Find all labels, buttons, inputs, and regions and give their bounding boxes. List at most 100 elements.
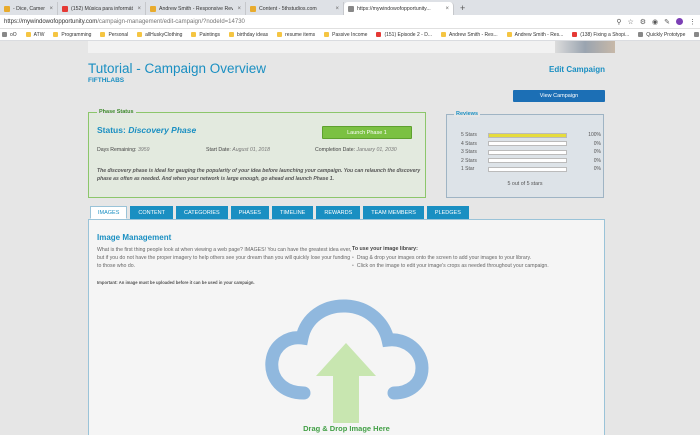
upload-arrow	[316, 343, 376, 423]
library-step: Drag & drop your images onto the screen …	[352, 254, 549, 262]
view-campaign-button[interactable]: View Campaign	[513, 90, 605, 102]
zoom-icon[interactable]: ⚲	[616, 18, 621, 26]
bookmark-item[interactable]: Andrew Smith - Res...	[506, 31, 564, 38]
days-remaining-value: 3959	[137, 147, 150, 153]
extension-icon[interactable]: ⚙	[640, 18, 646, 26]
tab-images[interactable]: IMAGES	[90, 206, 128, 219]
folder-icon	[277, 32, 283, 37]
bookmark-item[interactable]: (138) Fixing a Shopi...	[572, 32, 629, 38]
bookmark-item[interactable]: Andrew Smith - Res...	[440, 31, 498, 38]
completion-date-label: Completion Date:	[315, 147, 356, 153]
bookmark-label: (138) Fixing a Shopi...	[580, 31, 630, 38]
new-tab-button[interactable]: +	[454, 2, 471, 15]
review-bar	[488, 132, 567, 138]
start-date-label: Start Date:	[206, 147, 231, 153]
reviews-box: Reviews 5 out of 5 stars 5 Stars 100% 4 St…	[446, 111, 604, 198]
phase-description: The discovery phase is ideal for gauging…	[97, 168, 421, 182]
bookmark-label: Quickly Prototype	[646, 31, 686, 38]
status-value: Discovery Phase	[128, 125, 197, 135]
site-icon	[694, 32, 700, 37]
image-drop-zone[interactable]: Drag & Drop Image Here	[264, 298, 429, 435]
browser-tab[interactable]: Andrew Smith - Responsive Rev... ×	[146, 2, 246, 15]
bookmark-label: oO	[10, 31, 17, 38]
site-icon	[638, 32, 644, 37]
tab-pledges[interactable]: PLEDGES	[426, 206, 469, 219]
extension-icon-3[interactable]: ✎	[664, 18, 670, 26]
review-percent: 100%	[588, 132, 601, 138]
tab-timeline[interactable]: TIMELINE	[271, 206, 314, 219]
launch-phase-button[interactable]: Launch Phase 1	[322, 126, 412, 139]
image-management-title: Image Management	[97, 233, 172, 242]
folder-icon	[506, 32, 512, 37]
bookmark-item[interactable]: resume items	[277, 32, 315, 38]
profile-avatar[interactable]	[676, 18, 683, 25]
browser-tab[interactable]: (152) Música para informát... ×	[58, 2, 146, 15]
review-row: 5 Stars 100%	[461, 132, 601, 138]
hero-banner	[88, 41, 615, 53]
bookmark-item[interactable]: Pixel	[694, 32, 700, 38]
tab-rewards[interactable]: REWARDS	[316, 206, 361, 219]
extension-icon-2[interactable]: ◉	[652, 18, 658, 26]
tab-content[interactable]: CONTENT	[130, 206, 173, 219]
address-bar-icons: ⚲ ☆ ⚙ ◉ ✎ ⋮	[616, 18, 696, 26]
review-label: 5 Stars	[461, 132, 477, 138]
completion-date: Completion Date: January 01, 2030	[315, 147, 397, 153]
close-tab-icon[interactable]: ×	[233, 6, 241, 12]
bookmark-item[interactable]: allHuskyClothing	[137, 32, 182, 38]
tab-favicon-icon	[4, 5, 10, 12]
menu-icon[interactable]: ⋮	[689, 18, 696, 26]
review-row: 2 Stars 0%	[461, 158, 601, 164]
bookmark-item[interactable]: ATW	[25, 31, 45, 38]
review-bar	[488, 149, 567, 155]
bookmark-item[interactable]: Programming	[53, 32, 91, 38]
url-path: /campaign-management/edit-campaign/?node…	[97, 18, 245, 25]
bookmark-item[interactable]: birthday ideas	[229, 32, 268, 38]
phase-status: Status: Discovery Phase	[97, 125, 196, 135]
bookmark-label: birthday ideas	[237, 31, 269, 38]
browser-tab-title: (152) Música para informát...	[71, 5, 134, 12]
close-tab-icon[interactable]: ×	[331, 6, 339, 12]
url-text[interactable]: https://mywindowofopportunity.com/campai…	[4, 19, 245, 25]
review-percent: 0%	[593, 166, 601, 172]
tab-favicon-icon	[348, 5, 354, 12]
tab-favicon-icon	[62, 5, 68, 12]
bookmark-label: ATW	[33, 31, 45, 38]
close-tab-icon[interactable]: ×	[45, 6, 53, 12]
close-tab-icon[interactable]: ×	[133, 6, 141, 12]
browser-tab-title: Content - 5thstudios.com	[259, 5, 317, 12]
bookmark-item[interactable]: Paintings	[191, 32, 220, 38]
bookmark-item[interactable]: Quickly Prototype	[638, 32, 685, 38]
start-date: Start Date: August 01, 2018	[206, 147, 270, 153]
bookmark-label: Paintings	[199, 31, 220, 38]
review-row: 4 Stars 0%	[461, 141, 601, 147]
browser-tab-title: Andrew Smith - Responsive Rev...	[159, 5, 234, 12]
browser-tab[interactable]: https://mywindowofopportunity... ×	[344, 2, 454, 15]
bookmark-item[interactable]: oO	[2, 32, 17, 38]
tab-categories[interactable]: CATEGORIES	[176, 206, 228, 219]
bookmark-item[interactable]: (151) Episode 2 - D...	[376, 32, 432, 38]
close-tab-icon[interactable]: ×	[441, 6, 449, 12]
reviews-summary: 5 out of 5 stars	[507, 181, 543, 187]
tab-team-members[interactable]: TEAM MEMBERS	[363, 206, 424, 219]
review-percent: 0%	[593, 140, 601, 147]
bookmark-label: Programming	[61, 31, 92, 38]
edit-campaign-link[interactable]: Edit Campaign	[549, 65, 605, 74]
folder-icon	[191, 32, 197, 37]
page-content: Tutorial - Campaign Overview FIFTHLABS E…	[0, 41, 700, 435]
bookmark-item[interactable]: Passive Income	[324, 32, 367, 38]
start-date-value: August 01, 2018	[232, 147, 271, 153]
browser-tab[interactable]: - Dice, Camera...×	[0, 2, 58, 15]
folder-icon	[100, 32, 106, 37]
browser-tab[interactable]: Content - 5thstudios.com ×	[246, 2, 344, 15]
tab-phases[interactable]: PHASES	[230, 206, 269, 219]
star-bookmark-icon[interactable]: ☆	[627, 18, 633, 26]
bookmark-label: Andrew Smith - Res...	[514, 31, 564, 38]
review-label: 3 Stars	[461, 149, 477, 155]
address-bar[interactable]: https://mywindowofopportunity.com/campai…	[0, 15, 700, 29]
bookmark-item[interactable]: Personal	[100, 32, 128, 38]
images-panel: Image Management What is the first thing…	[88, 219, 605, 435]
youtube-icon	[376, 32, 382, 37]
review-row: 1 Star 0%	[461, 166, 601, 172]
page-title: Tutorial - Campaign Overview	[88, 61, 267, 76]
bookmark-label: Andrew Smith - Res...	[448, 31, 498, 38]
